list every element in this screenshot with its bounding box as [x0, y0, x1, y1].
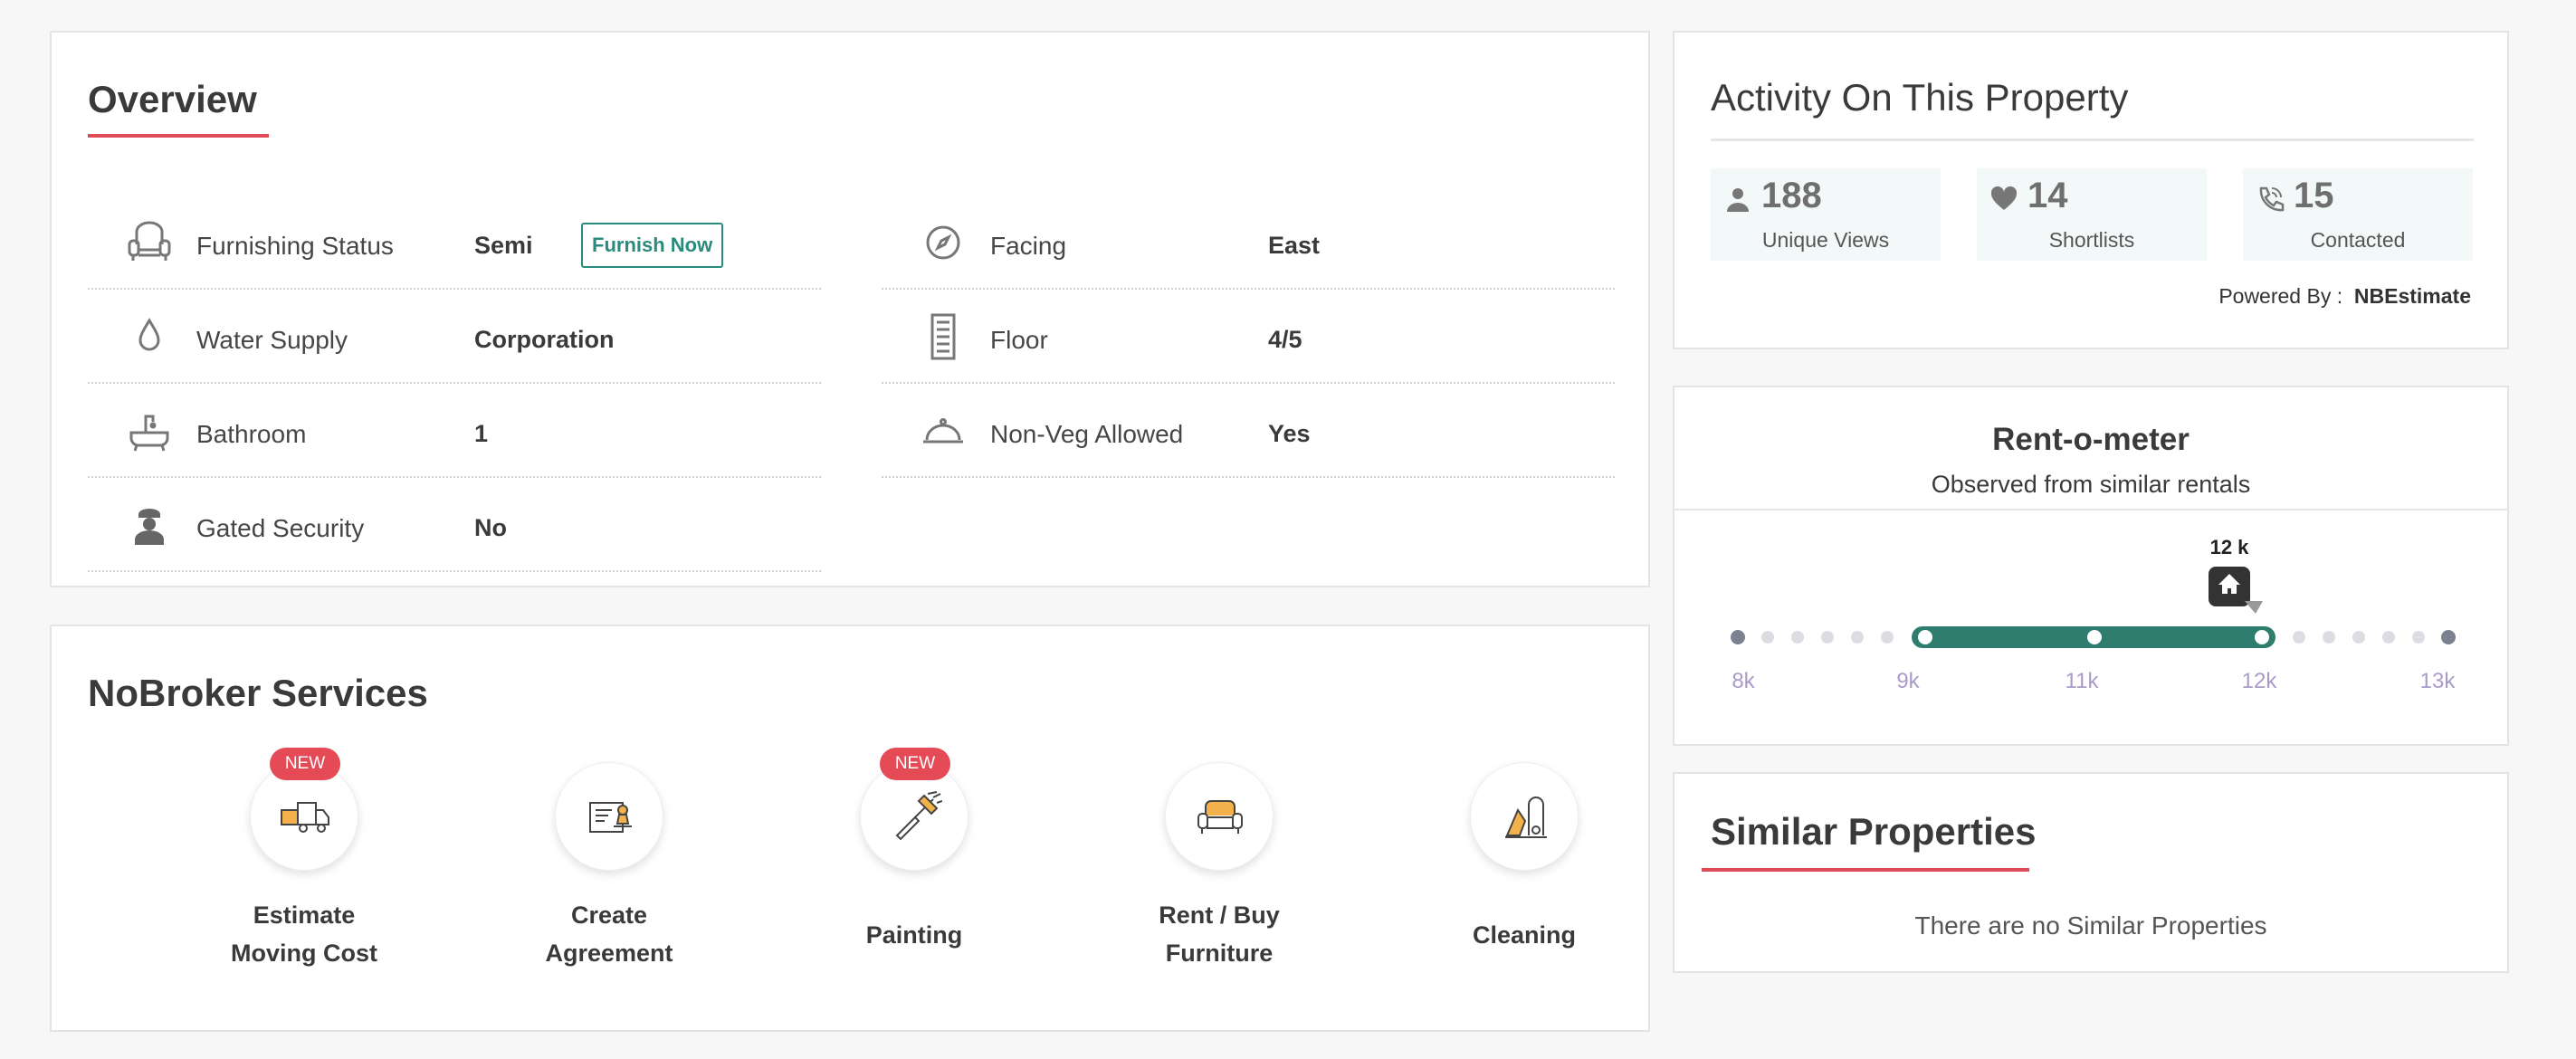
building-icon [918, 311, 968, 362]
service-name: Painting [797, 916, 1032, 954]
water-drop-icon [124, 311, 175, 362]
stat-caption: Contacted [2310, 228, 2406, 252]
powered-name: NBEstimate [2353, 284, 2471, 308]
service-cleaning[interactable]: Cleaning [1407, 762, 1642, 997]
detail-row-water: Water Supply Corporation [88, 290, 821, 384]
detail-value: Yes [1268, 420, 1311, 447]
detail-value: 4/5 [1268, 326, 1302, 353]
service-create-agreement[interactable]: Create Agreement [491, 762, 727, 997]
detail-label: Facing [990, 232, 1067, 260]
service-furniture[interactable]: Rent / Buy Furniture [1102, 762, 1337, 997]
person-icon [1727, 188, 1749, 212]
activity-divider [1711, 138, 2474, 141]
service-name-line2: Furniture [1165, 940, 1274, 967]
stat-contacted: 15 Contacted [2243, 168, 2473, 261]
detail-row-furnishing: Furnishing Status Semi Furnish Now [88, 196, 821, 290]
armchair-icon [124, 217, 175, 268]
overview-underline [88, 134, 269, 138]
detail-label: Bathroom [196, 420, 307, 448]
new-badge: NEW [880, 748, 950, 780]
service-name-line1: Cleaning [1472, 921, 1576, 949]
service-icon-circle [1470, 762, 1579, 871]
services-title: NoBroker Services [88, 672, 428, 714]
detail-row-nonveg: Non-Veg Allowed Yes [882, 384, 1615, 478]
vacuum-cleaner-icon [1505, 797, 1547, 838]
stat-value: 14 [2027, 176, 2068, 215]
detail-value: East [1268, 232, 1321, 259]
bathtub-icon [124, 405, 175, 456]
detail-label: Furnishing Status [196, 232, 394, 260]
service-painting[interactable]: NEW Painting [797, 748, 1032, 997]
stat-shortlists: 14 Shortlists [1977, 168, 2207, 261]
service-name-line1: Rent / Buy [1159, 902, 1280, 929]
powered-label: Powered By : [2218, 284, 2343, 308]
detail-label: Floor [990, 326, 1048, 354]
stamp-document-icon [589, 802, 632, 833]
furnish-now-button[interactable]: Furnish Now [581, 223, 724, 268]
paint-brush-icon [895, 791, 942, 841]
service-name: Cleaning [1407, 916, 1642, 954]
service-moving-cost[interactable]: NEW Estimate Moving Cost [186, 748, 422, 997]
moving-truck-icon [281, 802, 329, 833]
service-name: Create Agreement [491, 896, 727, 972]
rentometer-subtitle: Observed from similar rentals [1931, 471, 2251, 498]
tick-label: 11k [2066, 669, 2100, 693]
service-name-line1: Estimate [253, 902, 356, 929]
service-icon-circle [555, 762, 663, 871]
stat-caption: Shortlists [2048, 228, 2135, 252]
detail-row-security: Gated Security No [88, 478, 821, 572]
detail-value: No [474, 514, 507, 541]
detail-label: Non-Veg Allowed [990, 420, 1184, 448]
detail-label: Water Supply [196, 326, 348, 354]
activity-card: Activity On This Property 188 Unique Vie… [1673, 31, 2509, 349]
activity-title: Activity On This Property [1711, 76, 2129, 119]
detail-row-facing: Facing East [882, 196, 1615, 290]
services-card: NoBroker Services NEW Estimate Moving Co… [50, 625, 1650, 1032]
similar-empty-message: There are no Similar Properties [1914, 911, 2267, 940]
service-name-line1: Create [570, 902, 648, 929]
detail-row-bathroom: Bathroom 1 [88, 384, 821, 478]
service-name-line2: Moving Cost [231, 940, 377, 967]
rent-range-meter: 12 k 8k 9k 11k 12k 13k [1731, 536, 2457, 693]
powered-by: Powered By : NBEstimate [2218, 284, 2471, 309]
service-name-line1: Painting [865, 921, 963, 949]
compass-icon [918, 217, 968, 268]
security-guard-icon [124, 500, 175, 550]
service-name-line2: Agreement [545, 940, 673, 967]
heart-icon [1990, 186, 2018, 210]
overview-card: Overview Furnishing Status Semi Furnish … [50, 31, 1650, 587]
sofa-icon [1197, 800, 1243, 834]
detail-value: Corporation [474, 326, 615, 353]
food-cloche-icon [918, 405, 968, 456]
similar-properties-card: Similar Properties There are no Similar … [1673, 772, 2509, 973]
tick-label: 8k [1732, 669, 1755, 693]
similar-underline [1702, 868, 2029, 872]
tick-label: 13k [2420, 669, 2457, 693]
detail-value: Semi [474, 232, 533, 259]
rentometer-card: Rent-o-meter Observed from similar renta… [1673, 386, 2509, 746]
tick-label: 12k [2242, 669, 2278, 693]
overview-title: Overview [88, 78, 257, 120]
service-name: Estimate Moving Cost [186, 896, 422, 972]
detail-label: Gated Security [196, 514, 365, 542]
service-icon-circle [1165, 762, 1274, 871]
phone-icon [2259, 186, 2285, 212]
stat-value: 188 [1761, 176, 1822, 215]
similar-title: Similar Properties [1711, 810, 2037, 853]
detail-row-floor: Floor 4/5 [882, 290, 1615, 384]
service-name: Rent / Buy Furniture [1102, 896, 1337, 972]
new-badge: NEW [270, 748, 340, 780]
tick-label: 9k [1896, 669, 1920, 693]
rentometer-title: Rent-o-meter [1992, 422, 2190, 457]
detail-value: 1 [474, 420, 489, 447]
stat-unique-views: 188 Unique Views [1711, 168, 1941, 261]
stat-caption: Unique Views [1761, 228, 1890, 252]
stat-value: 15 [2294, 176, 2334, 215]
marker-label: 12 k [2210, 536, 2250, 558]
